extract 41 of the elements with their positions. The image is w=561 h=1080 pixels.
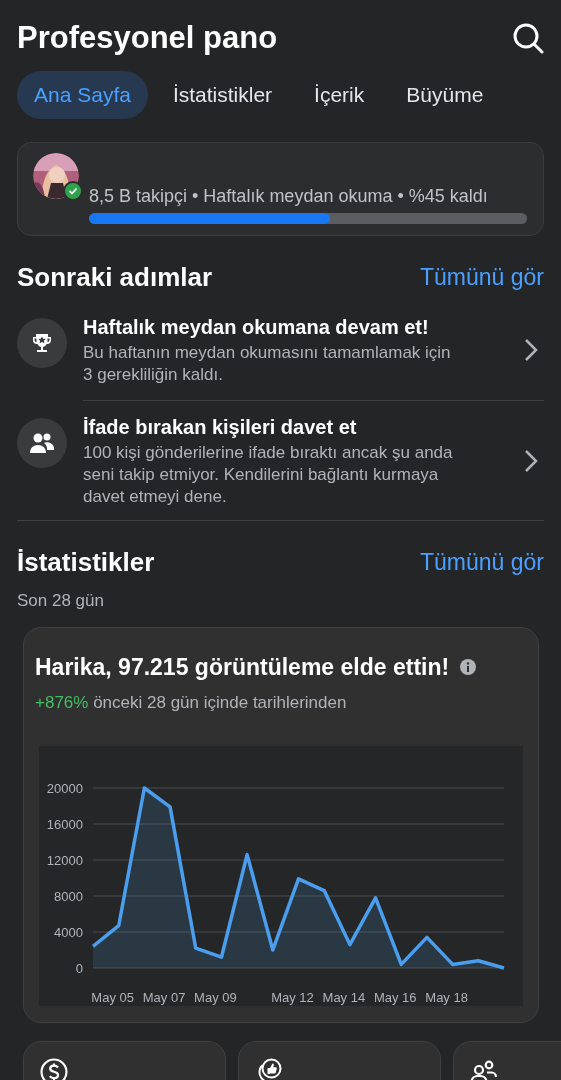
step-title: Haftalık meydan okumana devam et! [83,315,430,340]
tab[interactable]: Büyüme [389,71,501,119]
change-percent: +876% [35,693,89,712]
profile-card[interactable]: 8,5 B takipçi • Haftalık meydan okuma • %45 kaldı [17,142,544,236]
y-tick-label: 12000 [46,852,83,868]
x-tick-label: May 18 [425,989,468,1005]
trophy-icon [17,318,67,368]
section-title: İstatistikler [17,546,155,579]
tab[interactable]: Ana Sayfa [17,71,148,119]
chevron-right-icon [524,338,538,362]
next-step-item[interactable]: Haftalık meydan okumana devam et! Bu haftanın meydan okumasını tamamlamak için 3 gerekliliğin kaldı. [0,314,561,400]
next-step-item[interactable]: İfade bırakan kişileri davet et 100 kişi gönderilerine ifade bıraktı ancak şu anda seni takip etmiyor. Kendilerini bağlantı kurmaya davet etmeyi dene. [0,401,561,520]
step-description: 100 kişi gönderilerine ifade bıraktı ancak şu anda seni takip etmiyor. Kendilerini bağlantı kurmaya davet etmeyi dene. [83,442,454,508]
x-tick-label: May 14 [322,989,366,1005]
y-tick-label: 20000 [46,780,83,796]
y-tick-label: 16000 [46,816,83,832]
x-tick-label: May 16 [373,989,417,1005]
profile-summary: 8,5 B takipçi • Haftalık meydan okuma • %45 kaldı [89,185,489,207]
see-all-link[interactable]: Tümünü gör [420,260,544,295]
x-tick-label: May 09 [194,989,237,1005]
section-title: Sonraki adımlar [17,261,213,294]
x-tick-label: May 07 [142,989,186,1005]
chevron-right-icon [524,449,538,473]
page-title: Profesyonel pano [17,18,278,57]
x-tick-label: May 12 [271,989,314,1005]
people-icon [17,418,67,468]
search-icon[interactable] [512,22,544,54]
y-tick-label: 4000 [54,924,83,940]
x-tick-label: May 05 [91,989,134,1005]
step-description: Bu haftanın meydan okumasını tamamlamak için 3 gerekliliğin kaldı. [83,342,452,386]
dollar-icon [39,1056,69,1080]
tab[interactable]: İçerik [297,71,382,119]
tab[interactable]: İstatistikler [155,71,290,119]
y-tick-label: 8000 [54,888,83,904]
stats-headline: Harika, 97.215 görüntüleme elde ettin! [35,652,450,682]
change-description: önceki 28 gün içinde tarihlerinden [93,693,347,712]
step-title: İfade bırakan kişileri davet et [83,415,358,440]
see-all-link[interactable]: Tümünü gör [420,545,544,580]
info-icon[interactable] [460,658,477,675]
y-tick-label: 0 [75,960,83,976]
period-label: Son 28 gün [16,590,105,612]
